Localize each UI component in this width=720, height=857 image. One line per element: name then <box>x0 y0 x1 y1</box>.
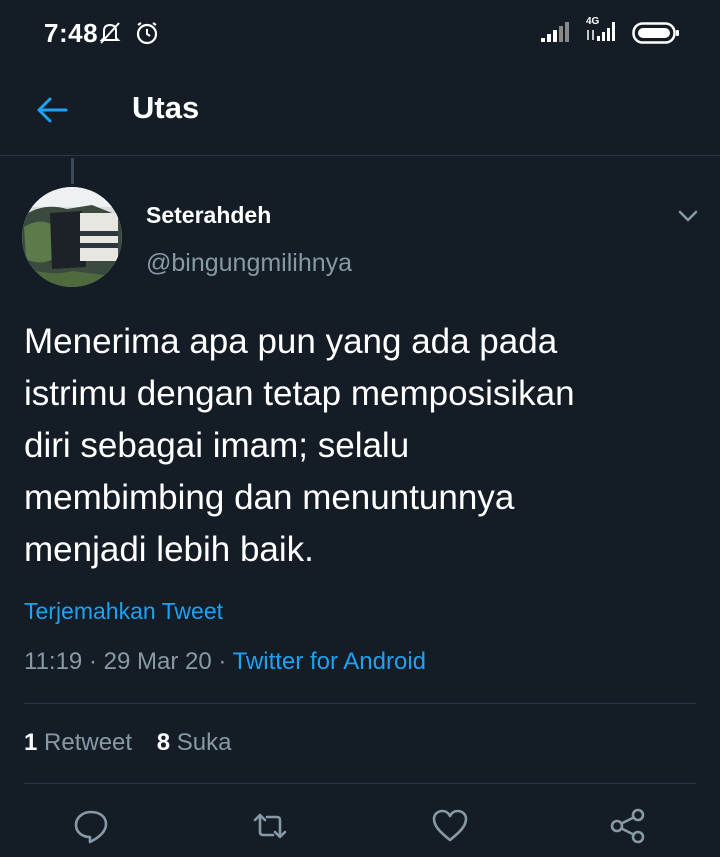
like-count: 8 <box>156 729 171 756</box>
author-name[interactable]: Seterahdeh <box>146 202 271 229</box>
heart-icon <box>430 809 470 850</box>
notifications-off-icon <box>97 20 123 51</box>
chevron-down-icon <box>672 210 704 236</box>
translate-tweet-link[interactable]: Terjemahkan Tweet <box>24 598 223 625</box>
signal-icon <box>540 22 570 49</box>
like-stat[interactable]: 8 Suka <box>157 729 232 756</box>
status-bar: 7:48 4G <box>0 0 720 70</box>
status-time: 7:48 <box>44 18 99 48</box>
avatar[interactable] <box>22 187 122 287</box>
battery-icon <box>632 22 680 49</box>
retweet-button[interactable] <box>250 806 290 846</box>
like-label: Suka <box>176 729 232 756</box>
retweet-label: Retweet <box>44 729 133 756</box>
tweet-menu-button[interactable] <box>672 200 704 232</box>
tweet-text: Menerima apa pun yang ada pada istrimu d… <box>24 322 575 569</box>
share-icon <box>608 808 648 850</box>
stats-divider <box>24 783 696 784</box>
author-handle: @bingungmilihnya <box>146 249 353 277</box>
back-button[interactable] <box>30 88 74 132</box>
retweet-icon <box>250 813 290 850</box>
app-header: Utas <box>0 70 720 156</box>
tweet-time: 11:19 <box>24 648 83 675</box>
arrow-left-icon <box>30 97 74 136</box>
retweet-stat[interactable]: 1 Retweet <box>24 729 132 756</box>
thread-connector-line <box>71 158 74 184</box>
tweet-date: 29 Mar 20 <box>103 648 212 675</box>
meta-separator: · <box>88 648 97 675</box>
alarm-icon <box>134 20 160 51</box>
meta-divider <box>24 703 696 704</box>
header-divider <box>0 155 720 156</box>
like-button[interactable] <box>430 806 470 846</box>
comment-icon <box>71 810 111 850</box>
tweet-source-link[interactable]: Twitter for Android <box>233 648 426 675</box>
tweet-stats: 1 Retweet 8 Suka <box>24 729 231 757</box>
retweet-count: 1 <box>24 729 38 756</box>
share-button[interactable] <box>608 806 648 846</box>
tweet-meta: 11:19 · 29 Mar 20 · Twitter for Android <box>24 648 426 676</box>
page-title: Utas <box>132 90 200 125</box>
meta-separator: · <box>218 648 227 675</box>
reply-button[interactable] <box>71 806 111 846</box>
